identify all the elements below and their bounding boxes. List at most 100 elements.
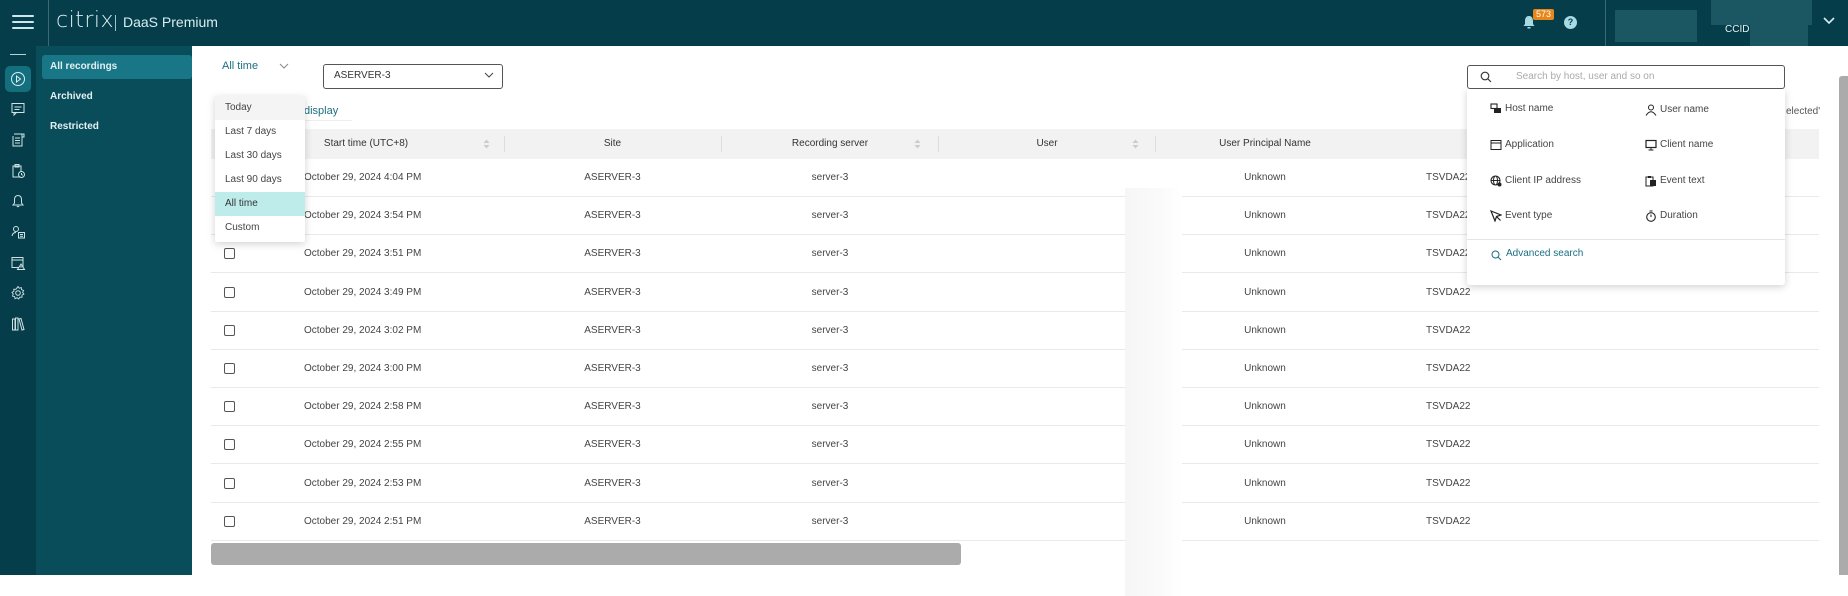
cell-host-name: TSVDA22 bbox=[1426, 363, 1471, 374]
cell-user-principal-name: Unknown bbox=[1244, 401, 1286, 413]
search-option-application[interactable]: Application bbox=[1490, 136, 1554, 154]
cell-start-time: October 29, 2024 3:02 PM bbox=[304, 324, 422, 336]
stopwatch-icon bbox=[1646, 210, 1656, 222]
clipboard-text-icon bbox=[1645, 176, 1656, 187]
search-option-event-text[interactable]: Event text bbox=[1645, 172, 1704, 190]
horizontal-scrollbar[interactable] bbox=[211, 543, 961, 565]
cell-user bbox=[938, 235, 1156, 273]
host-icon bbox=[1490, 103, 1501, 113]
search-icon bbox=[1480, 71, 1492, 83]
row-checkbox[interactable] bbox=[224, 515, 235, 527]
cell-host-name: TSVDA22 bbox=[1426, 324, 1471, 336]
cell-user bbox=[938, 503, 1156, 541]
site-select[interactable]: ASERVER-3 bbox=[323, 64, 503, 89]
advanced-search-link[interactable]: Advanced search bbox=[1491, 248, 1583, 261]
search-option-host-name[interactable]: Host name bbox=[1490, 100, 1553, 118]
search-option-event-type[interactable]: Event type bbox=[1490, 207, 1552, 225]
scheduled-report-icon[interactable] bbox=[5, 158, 31, 184]
recordings-icon[interactable] bbox=[5, 66, 31, 92]
redacted-customer-name bbox=[1615, 10, 1697, 42]
cell-user-principal-name: Unknown bbox=[1244, 363, 1286, 374]
settings-gear-icon[interactable] bbox=[5, 280, 31, 306]
row-checkbox[interactable] bbox=[224, 286, 235, 298]
vertical-scrollbar[interactable] bbox=[1839, 76, 1848, 575]
divider bbox=[48, 0, 49, 46]
citrix-logo: citrix bbox=[56, 8, 115, 33]
search-option-client-ip-address[interactable]: Client IP address bbox=[1490, 172, 1581, 190]
divider bbox=[115, 15, 116, 31]
policy-document-icon[interactable] bbox=[5, 127, 31, 153]
column-header-recording-server[interactable]: Recording server bbox=[721, 129, 939, 159]
cell-user bbox=[938, 388, 1156, 426]
chevron-down-icon bbox=[279, 63, 289, 69]
sort-icon[interactable] bbox=[914, 139, 921, 149]
time-option-last-7-days[interactable]: Last 7 days bbox=[215, 120, 305, 144]
alerts-bell-icon[interactable] bbox=[5, 188, 31, 214]
column-header-start-time[interactable]: Start time (UTC+8) bbox=[281, 129, 451, 159]
cell-user bbox=[938, 312, 1156, 350]
divider bbox=[1467, 239, 1785, 240]
cell-recording-server: server-3 bbox=[811, 248, 849, 260]
subnav-item-archived[interactable]: Archived bbox=[42, 85, 192, 109]
cell-site: ASERVER-3 bbox=[584, 172, 641, 183]
cell-user bbox=[938, 274, 1156, 312]
cell-host-name: TSVDA22 bbox=[1426, 439, 1471, 451]
table-row[interactable]: October 29, 2024 3:00 PM ASERVER-3 server-… bbox=[211, 350, 1819, 388]
chevron-down-icon bbox=[484, 72, 494, 78]
cell-user bbox=[938, 159, 1156, 197]
user-list-icon[interactable] bbox=[5, 219, 31, 245]
table-row[interactable]: October 29, 2024 2:58 PM ASERVER-3 server-… bbox=[211, 388, 1819, 427]
help-icon[interactable]: ? bbox=[1564, 16, 1577, 29]
sort-icon[interactable] bbox=[483, 139, 490, 149]
menu-hamburger-icon[interactable] bbox=[12, 12, 34, 32]
cell-start-time: October 29, 2024 4:04 PM bbox=[304, 172, 422, 183]
sort-icon[interactable] bbox=[1132, 139, 1139, 149]
table-row[interactable]: October 29, 2024 2:53 PM ASERVER-3 server-… bbox=[211, 465, 1819, 503]
divider bbox=[10, 54, 26, 55]
chat-icon[interactable] bbox=[5, 96, 31, 122]
subnav-item-all-recordings[interactable]: All recordings bbox=[42, 55, 192, 79]
window-warning-icon[interactable] bbox=[5, 250, 31, 276]
time-option-last-30-days[interactable]: Last 30 days bbox=[215, 144, 305, 168]
account-chevron-down-icon[interactable] bbox=[1822, 16, 1836, 26]
time-option-today[interactable]: Today bbox=[215, 96, 305, 120]
cell-host-name: TSVDA22 bbox=[1426, 248, 1471, 260]
row-checkbox[interactable] bbox=[224, 439, 235, 451]
product-name: DaaS Premium bbox=[123, 14, 218, 30]
time-option-all-time[interactable]: All time bbox=[215, 192, 305, 216]
selected-count-text: elected' bbox=[1786, 106, 1821, 117]
time-option-custom[interactable]: Custom bbox=[215, 216, 305, 240]
subnav-item-restricted[interactable]: Restricted bbox=[42, 115, 192, 139]
cell-start-time: October 29, 2024 2:53 PM bbox=[304, 477, 422, 489]
search-option-duration[interactable]: Duration bbox=[1645, 207, 1698, 225]
cell-site: ASERVER-3 bbox=[584, 324, 641, 336]
cell-site: ASERVER-3 bbox=[584, 477, 641, 489]
column-header-user[interactable]: User bbox=[938, 129, 1156, 159]
search-input[interactable]: Search by host, user and so on bbox=[1467, 65, 1785, 89]
cell-recording-server: server-3 bbox=[811, 439, 849, 451]
library-icon[interactable] bbox=[5, 311, 31, 337]
search-option-client-name[interactable]: Client name bbox=[1645, 136, 1713, 154]
site-select-value: ASERVER-3 bbox=[334, 70, 391, 81]
row-checkbox[interactable] bbox=[224, 477, 235, 489]
table-row[interactable]: October 29, 2024 3:02 PM ASERVER-3 server-… bbox=[211, 312, 1819, 350]
time-range-menu: Today Last 7 days Last 30 days Last 90 days… bbox=[215, 96, 305, 242]
column-header-user-principal-name[interactable]: User Principal Name bbox=[1155, 129, 1375, 159]
cursor-icon bbox=[1490, 210, 1502, 222]
row-checkbox[interactable] bbox=[224, 324, 235, 336]
cell-start-time: October 29, 2024 3:49 PM bbox=[304, 286, 422, 298]
search-option-user-name[interactable]: User name bbox=[1645, 101, 1709, 119]
row-checkbox[interactable] bbox=[224, 401, 235, 413]
display-settings-link[interactable]: display bbox=[304, 105, 338, 117]
cell-start-time: October 29, 2024 3:51 PM bbox=[304, 248, 422, 260]
row-checkbox[interactable] bbox=[224, 248, 235, 260]
cell-host-name: TSVDA22 bbox=[1426, 172, 1471, 183]
table-row[interactable]: October 29, 2024 2:55 PM ASERVER-3 server-… bbox=[211, 426, 1819, 465]
column-header-site[interactable]: Site bbox=[504, 129, 721, 159]
cell-start-time: October 29, 2024 2:51 PM bbox=[304, 515, 422, 527]
row-checkbox[interactable] bbox=[224, 363, 235, 374]
table-row[interactable]: October 29, 2024 2:51 PM ASERVER-3 server-… bbox=[211, 503, 1819, 541]
time-option-last-90-days[interactable]: Last 90 days bbox=[215, 168, 305, 192]
cell-site: ASERVER-3 bbox=[584, 439, 641, 451]
time-range-select[interactable]: All time bbox=[222, 60, 302, 80]
